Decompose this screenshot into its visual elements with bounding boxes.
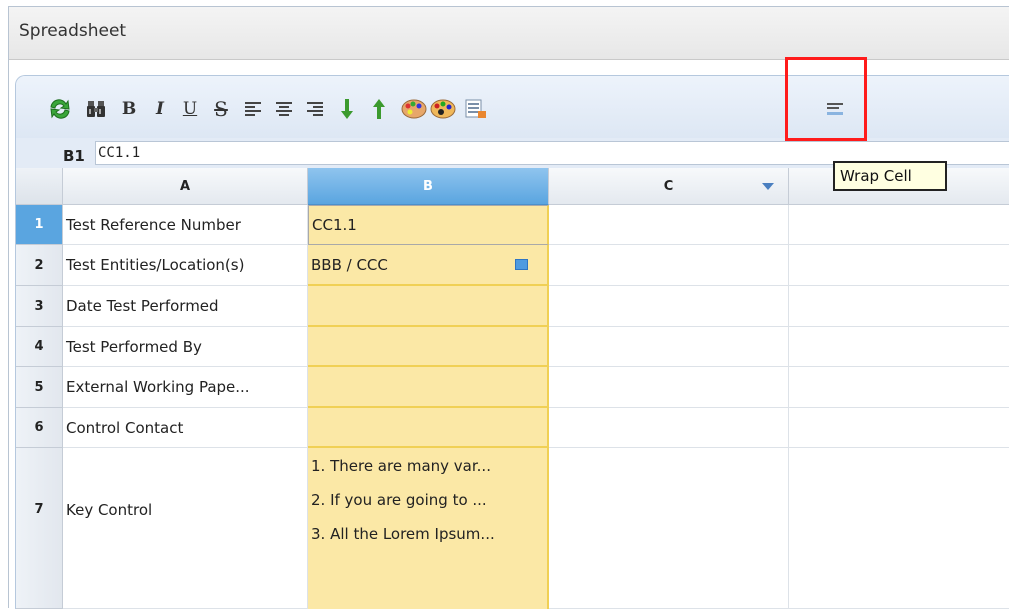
cell-b7[interactable]: 1. There are many var... 2. If you are g… xyxy=(308,448,549,609)
cell-c6[interactable] xyxy=(549,408,789,448)
cell-c4[interactable] xyxy=(549,327,789,367)
cell-d1[interactable] xyxy=(789,205,1009,245)
cell-b4[interactable] xyxy=(308,327,549,367)
cell-d6[interactable] xyxy=(789,408,1009,448)
cell-properties-icon[interactable] xyxy=(464,94,488,124)
cell-c5[interactable] xyxy=(549,367,789,408)
cell-a2[interactable]: Test Entities/Location(s) xyxy=(63,245,308,286)
bold-button[interactable]: B xyxy=(118,94,140,124)
wrap-cell-tooltip: Wrap Cell xyxy=(833,161,947,191)
align-center-icon[interactable] xyxy=(273,94,295,124)
cell-c3[interactable] xyxy=(549,286,789,327)
row-header[interactable]: 7 xyxy=(16,448,63,609)
column-menu-icon[interactable] xyxy=(762,183,774,190)
cell-b1[interactable]: CC1.1 xyxy=(308,205,549,245)
align-right-icon[interactable] xyxy=(304,94,326,124)
cell-d4[interactable] xyxy=(789,327,1009,367)
wrapped-line: 2. If you are going to ... xyxy=(311,491,487,509)
row-header[interactable]: 6 xyxy=(16,408,63,448)
column-header-c[interactable]: C xyxy=(549,168,789,205)
cell-b2[interactable]: BBB / CCC xyxy=(308,245,549,286)
refresh-icon[interactable] xyxy=(47,94,73,124)
cell-b6[interactable] xyxy=(308,408,549,448)
spreadsheet-grid: A B C D 1 Test Reference Number CC1.1 2 … xyxy=(16,168,1009,609)
find-binoculars-icon[interactable] xyxy=(84,94,108,124)
row-header[interactable]: 5 xyxy=(16,367,63,408)
cell-b5[interactable] xyxy=(308,367,549,408)
wrapped-line: 1. There are many var... xyxy=(311,457,491,475)
cell-c7[interactable] xyxy=(549,448,789,609)
cell-a7[interactable]: Key Control xyxy=(63,448,308,609)
cell-d2[interactable] xyxy=(789,245,1009,286)
row-header[interactable]: 1 xyxy=(16,205,63,245)
column-header-b[interactable]: B xyxy=(308,168,549,205)
panel-header: Spreadsheet xyxy=(9,7,1009,60)
fill-color-palette-icon[interactable] xyxy=(429,94,457,124)
column-header-a[interactable]: A xyxy=(63,168,308,205)
spreadsheet-container: B I U S B1 CC1.1 A B C 1 Test Reference … xyxy=(15,75,1009,609)
cell-a5[interactable]: External Working Pape... xyxy=(63,367,308,408)
cell-a4[interactable]: Test Performed By xyxy=(63,327,308,367)
sort-descending-icon[interactable] xyxy=(336,94,358,124)
italic-button[interactable]: I xyxy=(149,94,171,124)
row-header[interactable]: 4 xyxy=(16,327,63,367)
highlight-box xyxy=(785,57,867,141)
select-all-corner[interactable] xyxy=(16,168,63,205)
cell-a6[interactable]: Control Contact xyxy=(63,408,308,448)
underline-button[interactable]: U xyxy=(179,94,201,124)
row-header[interactable]: 2 xyxy=(16,245,63,286)
cell-d3[interactable] xyxy=(789,286,1009,327)
cell-a3[interactable]: Date Test Performed xyxy=(63,286,308,327)
panel-title: Spreadsheet xyxy=(19,21,127,41)
sort-ascending-icon[interactable] xyxy=(368,94,390,124)
cell-reference: B1 xyxy=(63,147,85,165)
row-header[interactable]: 3 xyxy=(16,286,63,327)
cell-d7[interactable] xyxy=(789,448,1009,609)
cell-d5[interactable] xyxy=(789,367,1009,408)
text-color-palette-icon[interactable] xyxy=(400,94,428,124)
align-left-icon[interactable] xyxy=(242,94,264,124)
strikethrough-button[interactable]: S xyxy=(209,94,233,124)
wrapped-line: 3. All the Lorem Ipsum... xyxy=(311,525,495,543)
fill-handle[interactable] xyxy=(515,259,528,270)
cell-a1[interactable]: Test Reference Number xyxy=(63,205,308,245)
cell-c2[interactable] xyxy=(549,245,789,286)
cell-c1[interactable] xyxy=(549,205,789,245)
cell-b3[interactable] xyxy=(308,286,549,327)
